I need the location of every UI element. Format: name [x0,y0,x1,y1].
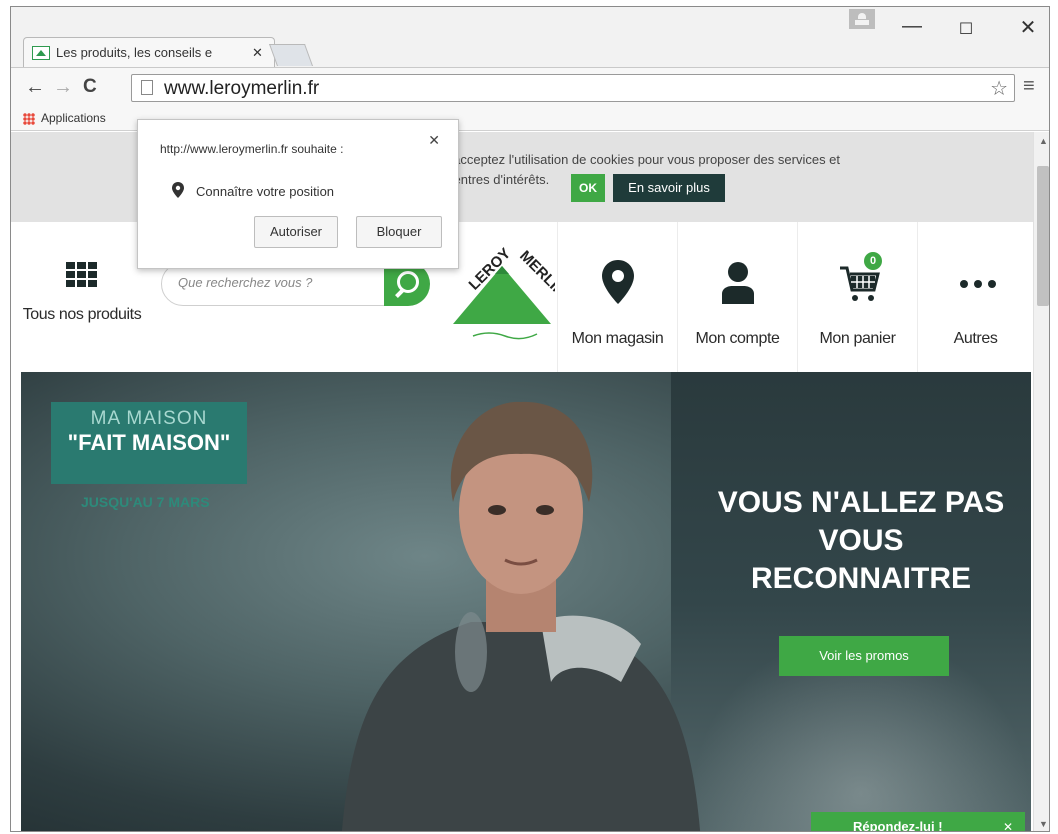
permission-request-text: Connaître votre position [196,184,335,199]
browser-tab[interactable]: Les produits, les conseils e ✕ [23,37,275,67]
my-store-label: Mon magasin [571,330,664,347]
see-promos-button[interactable]: Voir les promos [779,636,949,676]
bookmark-star-icon[interactable]: ☆ [990,76,1008,101]
title-bar: Les produits, les conseils e ✕ — ☐ ✕ [11,7,1049,67]
scroll-down-icon[interactable]: ▼ [1039,819,1048,829]
cookie-more-button[interactable]: En savoir plus [613,174,725,202]
my-cart-link[interactable]: 0 Mon panier [797,222,917,372]
all-products-menu[interactable]: Tous nos produits [17,262,147,324]
apps-label[interactable]: Applications [41,111,106,125]
promo-badge-line2: "FAIT MAISON" [67,430,231,455]
maximize-button[interactable]: ☐ [951,19,981,39]
promo-badge: MA MAISON "FAIT MAISON" [51,402,247,484]
tab-title: Les produits, les conseils e [56,45,213,60]
permission-close-icon[interactable]: ✕ [428,132,440,149]
browser-toolbar: ← → C www.leroymerlin.fr ☆ ≡ [11,67,1049,107]
all-products-label: Tous nos produits [22,306,142,323]
allow-button[interactable]: Autoriser [254,216,338,248]
cookie-text-line1: s acceptez l'utilisation de cookies pour… [443,152,841,167]
chat-close-icon[interactable]: ✕ [1003,812,1013,831]
more-menu[interactable]: Autres [917,222,1033,372]
my-store-link[interactable]: Mon magasin [557,222,677,372]
more-label: Autres [953,330,998,347]
location-permission-popup: http://www.leroymerlin.fr souhaite : ✕ C… [137,119,459,269]
promo-badge-line1: MA MAISON [90,408,208,429]
browser-window: Les produits, les conseils e ✕ — ☐ ✕ ← →… [10,6,1050,832]
leroy-merlin-logo[interactable]: LEROY MERLIN [449,238,555,350]
chat-label: Répondez-lui ! [853,819,943,832]
cookie-ok-button[interactable]: OK [571,174,605,202]
location-pin-icon [602,260,634,304]
hero-person-image [341,401,701,831]
hero-banner[interactable]: MA MAISON "FAIT MAISON" JUSQU'AU 7 MARS … [21,372,1031,831]
reload-icon[interactable]: C [83,76,97,98]
scroll-thumb[interactable] [1037,166,1049,306]
address-bar[interactable]: www.leroymerlin.fr ☆ [131,74,1015,102]
minimize-button[interactable]: — [897,15,927,38]
tab-close-icon[interactable]: ✕ [252,45,263,61]
forward-arrow-icon[interactable]: → [53,76,73,99]
close-window-button[interactable]: ✕ [1013,15,1043,40]
menu-icon[interactable]: ≡ [1023,75,1035,98]
url-text[interactable]: www.leroymerlin.fr [164,78,319,100]
page-scrollbar[interactable]: ▲ ▼ [1033,132,1049,831]
cart-count-badge: 0 [864,252,882,270]
back-arrow-icon[interactable]: ← [25,76,45,99]
my-account-link[interactable]: Mon compte [677,222,797,372]
user-icon [722,262,754,304]
hero-right-panel [671,372,1031,831]
apps-grid-icon[interactable] [23,113,35,125]
chat-reply-button[interactable]: Répondez-lui ! ✕ [811,812,1025,832]
scroll-up-icon[interactable]: ▲ [1039,136,1048,146]
hero-headline: VOUS N'ALLEZ PAS VOUS RECONNAITRE [717,486,1005,595]
new-tab-button[interactable] [268,44,314,66]
grid-menu-icon [66,262,98,288]
more-dots-icon [960,280,996,288]
promo-date: JUSQU'AU 7 MARS [81,494,210,510]
page-icon [141,80,153,95]
block-button[interactable]: Bloquer [356,216,442,248]
profile-icon[interactable] [849,9,875,29]
my-account-label: Mon compte [695,330,780,347]
leroy-merlin-favicon-icon [32,45,50,60]
search-input[interactable] [178,275,378,290]
my-cart-label: Mon panier [819,330,896,347]
permission-title: http://www.leroymerlin.fr souhaite : [160,142,344,156]
location-pin-icon [172,182,184,198]
